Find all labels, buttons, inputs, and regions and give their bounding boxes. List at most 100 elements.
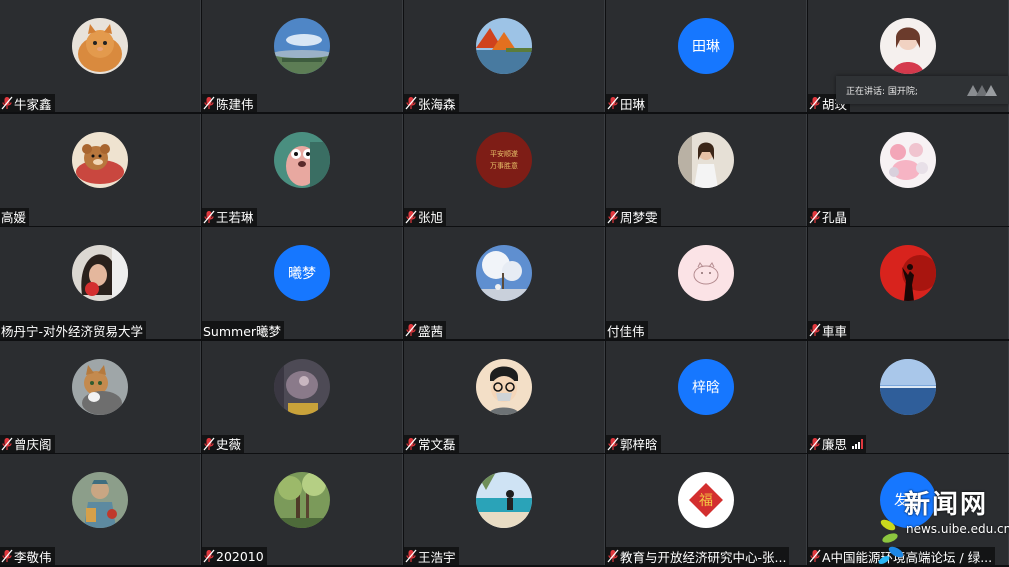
- mic-muted-icon: [203, 549, 215, 563]
- participant-namebar: 陈建伟: [202, 94, 257, 112]
- participant-avatar: [72, 245, 128, 301]
- participant-tile[interactable]: 孔晶: [808, 113, 1009, 226]
- participant-avatar: [476, 245, 532, 301]
- photo-beach-image: [476, 472, 532, 528]
- participant-tile[interactable]: 曾庆阁: [0, 340, 201, 453]
- participant-avatar: 曦梦: [274, 245, 330, 301]
- participant-name: Summer曦梦: [203, 323, 282, 339]
- mic-muted-icon: [607, 437, 619, 451]
- participant-name: 田琳: [620, 96, 646, 112]
- participant-name: 高媛: [1, 210, 27, 225]
- participant-tile[interactable]: 廉思: [808, 340, 1009, 453]
- participant-namebar: 郭梓晗: [606, 434, 661, 453]
- participant-tile[interactable]: 王浩宇: [404, 454, 605, 565]
- participant-avatar: 梓晗: [678, 358, 734, 415]
- participant-tile[interactable]: 付佳伟: [606, 227, 807, 339]
- participant-avatar: [880, 245, 936, 301]
- participant-tile[interactable]: 高媛: [0, 113, 201, 226]
- participant-tile[interactable]: 福教育与开放经济研究中心-张...: [606, 454, 807, 565]
- mic-muted-icon: [405, 323, 417, 337]
- photo-autumn-lake-image: [476, 18, 532, 74]
- participant-avatar: [678, 245, 734, 301]
- participant-namebar: Summer曦梦: [202, 321, 285, 339]
- mic-muted-icon: [405, 210, 417, 224]
- participant-tile[interactable]: 陈建伟: [202, 0, 403, 112]
- participant-name: 王浩宇: [418, 549, 456, 565]
- participant-namebar: 杨丹宁-对外经济贸易大学: [0, 321, 147, 339]
- speaking-indicator: 正在讲话: 国开院;: [836, 76, 1009, 104]
- participant-tile[interactable]: 周梦雯: [606, 113, 807, 226]
- participant-name: 盛茜: [418, 323, 444, 339]
- participant-namebar: 曾庆阁: [0, 434, 55, 453]
- participant-name: 李敬伟: [14, 549, 52, 565]
- participant-name: 曾庆阁: [14, 437, 52, 452]
- mic-muted-icon: [809, 323, 821, 337]
- participant-tile[interactable]: 202010: [202, 454, 403, 565]
- participant-name: 张旭: [418, 210, 444, 225]
- photo-statue-image: [72, 472, 128, 528]
- photo-red-silhouette-image: [880, 245, 936, 301]
- participant-avatar: [72, 18, 128, 74]
- leaf-logo-icon: [878, 519, 904, 564]
- participant-namebar: 周梦雯: [606, 207, 661, 226]
- participant-avatar: [274, 472, 330, 528]
- participant-name: 史薇: [216, 437, 242, 452]
- photo-sea-horizon-image: [880, 358, 936, 415]
- participant-avatar: [274, 131, 330, 188]
- participant-name: 車車: [822, 323, 848, 339]
- participant-avatar: 田琳: [678, 18, 734, 74]
- participant-tile[interactable]: 曦梦 Summer曦梦: [202, 227, 403, 339]
- participant-namebar: 車車: [808, 321, 851, 339]
- photo-cat-tabby-image: [72, 358, 128, 415]
- mic-muted-icon: [607, 96, 619, 110]
- participant-name: 周梦雯: [620, 210, 658, 225]
- photo-cartoon-bear-image: [72, 131, 128, 188]
- participant-tile[interactable]: 車車: [808, 227, 1009, 339]
- participant-tile[interactable]: 盛茜: [404, 227, 605, 339]
- participant-tile[interactable]: 史薇: [202, 340, 403, 453]
- participant-avatar: [476, 18, 532, 74]
- signal-strength-icon: [852, 438, 864, 449]
- participant-avatar: [72, 131, 128, 188]
- participant-tile[interactable]: 杨丹宁-对外经济贸易大学: [0, 227, 201, 339]
- photo-forest-image: [274, 472, 330, 528]
- participant-namebar: 教育与开放经济研究中心-张...: [606, 547, 790, 565]
- participant-tile[interactable]: 李敬伟: [0, 454, 201, 565]
- participant-name: 张海森: [418, 96, 456, 112]
- participant-name: 王若琳: [216, 210, 254, 225]
- mic-muted-icon: [809, 437, 821, 451]
- photo-cartoon-creature-image: [274, 131, 330, 188]
- participant-tile[interactable]: 田琳 田琳: [606, 0, 807, 112]
- photo-dim-room-image: [274, 358, 330, 415]
- photo-pink-sketch-image: [678, 245, 734, 301]
- participant-avatar: [274, 358, 330, 415]
- participant-avatar: [678, 131, 734, 188]
- participant-avatar: [274, 18, 330, 74]
- participant-avatar: [72, 358, 128, 415]
- mic-muted-icon: [809, 96, 821, 110]
- photo-cherry-tree-image: [476, 245, 532, 301]
- mic-muted-icon: [607, 549, 619, 563]
- participant-name: 教育与开放经济研究中心-张...: [620, 549, 787, 565]
- participant-name: 牛家鑫: [14, 96, 52, 112]
- participant-namebar: 张旭: [404, 207, 447, 226]
- participant-namebar: 盛茜: [404, 321, 447, 339]
- participant-avatar: [880, 18, 936, 74]
- mic-muted-icon: [1, 96, 13, 110]
- participant-tile[interactable]: 王若琳: [202, 113, 403, 226]
- mic-muted-icon: [809, 210, 821, 224]
- mic-muted-icon: [607, 210, 619, 224]
- mic-muted-icon: [1, 437, 13, 451]
- participant-tile[interactable]: 平安顺遂 万事胜意 张旭: [404, 113, 605, 226]
- participant-namebar: 王若琳: [202, 207, 257, 226]
- mic-muted-icon: [203, 437, 215, 451]
- svg-text:万事胜意: 万事胜意: [490, 161, 518, 170]
- participant-tile[interactable]: 常文磊: [404, 340, 605, 453]
- participant-tile[interactable]: 牛家鑫: [0, 0, 201, 112]
- participant-name: 孔晶: [822, 210, 848, 225]
- participant-tile[interactable]: 张海森: [404, 0, 605, 112]
- participant-tile[interactable]: 梓晗 郭梓晗: [606, 340, 807, 453]
- participant-avatar: 福: [678, 472, 734, 528]
- participant-namebar: 王浩宇: [404, 547, 459, 565]
- participant-avatar: [880, 131, 936, 188]
